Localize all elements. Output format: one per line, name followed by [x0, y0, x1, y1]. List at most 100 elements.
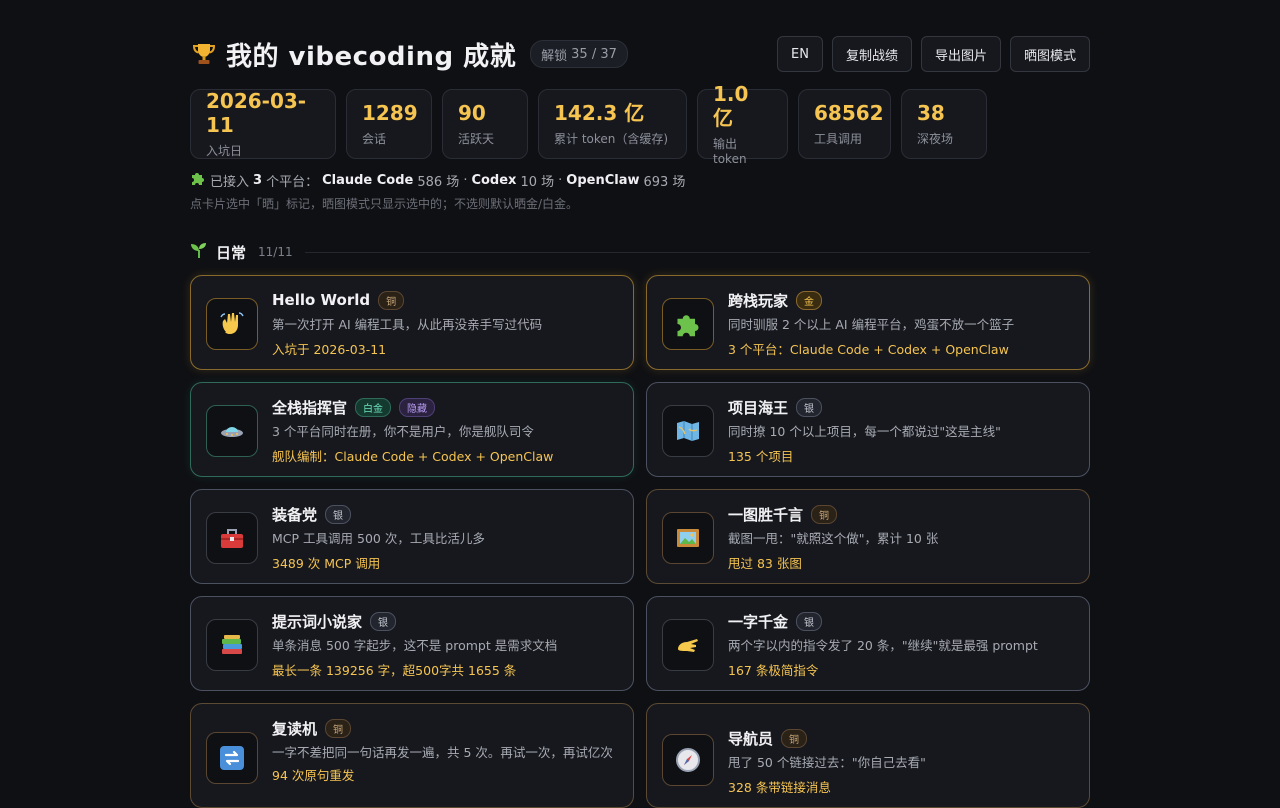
achievement-name: 全栈指挥官 [272, 398, 348, 417]
copy-record-button[interactable]: 复制战绩 [831, 36, 912, 72]
achievement-name: 跨栈玩家 [728, 291, 789, 310]
achievement-name: 项目海王 [728, 398, 789, 417]
repeat-icon [206, 732, 258, 784]
achievement-name: 装备党 [272, 505, 318, 524]
stat-label: 输出 token [713, 137, 747, 166]
achievement-card-project-king[interactable]: 项目海王 银 同时撩 10 个以上项目，每一个都说过"这是主线" 135 个项目 [646, 382, 1090, 477]
stat-label: 深夜场 [917, 132, 954, 146]
achievement-card-prompt-novelist[interactable]: 提示词小说家 银 单条消息 500 字起步，这不是 prompt 是需求文档 最… [190, 596, 634, 691]
card-name-row: 提示词小说家 银 [272, 611, 619, 631]
platform-sessions: 586 场 [417, 174, 460, 190]
stat-card-tool-calls: 68562 工具调用 [798, 89, 891, 159]
achievement-description: 同时驯服 2 个以上 AI 编程平台，鸡蛋不放一个篮子 [728, 317, 1015, 332]
card-body: 导航员 铜 甩了 50 个链接过去："你自己去看" 328 条带链接消息 [728, 728, 1075, 796]
stat-label: 工具调用 [814, 132, 863, 146]
achievement-stat: 甩过 83 张图 [728, 556, 802, 571]
selection-hint: 点卡片选中「晒」标记，晒图模式只显示选中的；不选则默认晒金/白金。 [190, 197, 579, 211]
waving-hand-icon [206, 298, 258, 350]
platform-name: Codex [471, 172, 517, 188]
tier-badge: 银 [370, 611, 397, 631]
stat-card-start-date: 2026-03-11 入坑日 [190, 89, 336, 159]
platforms-count: 3 [253, 172, 263, 188]
stat-card-late-night: 38 深夜场 [901, 89, 987, 159]
stat-value: 142.3 亿 [554, 101, 645, 125]
achievement-card-gear-collector[interactable]: 装备党 银 MCP 工具调用 500 次，工具比活儿多 3489 次 MCP 调… [190, 489, 634, 584]
platform-sessions: 693 场 [643, 174, 686, 190]
card-name-row: 一图胜千言 铜 [728, 504, 1075, 524]
achievement-card-repeater[interactable]: 复读机 铜 一字不差把同一句话再发一遍，共 5 次。再试一次，再试亿次 94 次… [190, 703, 634, 808]
achievement-stat: 3489 次 MCP 调用 [272, 556, 381, 571]
header: 我的 vibecoding 成就 解锁 35 / 37 EN 复制战绩 导出图片… [190, 36, 1090, 72]
platforms-suffix: 个平台： [266, 174, 319, 190]
achievement-stat: 94 次原句重发 [272, 768, 355, 783]
achievement-card-navigator[interactable]: 导航员 铜 甩了 50 个链接过去："你自己去看" 328 条带链接消息 [646, 703, 1090, 808]
stat-label: 活跃天 [458, 132, 495, 146]
achievement-stat: 最长一条 139256 字，超500字共 1655 条 [272, 663, 517, 678]
tier-badge: 铜 [811, 504, 838, 524]
achievement-description: 单条消息 500 字起步，这不是 prompt 是需求文档 [272, 638, 558, 653]
achievement-card-picture-speaks[interactable]: 一图胜千言 铜 截图一甩："就照这个做"，累计 10 张 甩过 83 张图 [646, 489, 1090, 584]
tier-badge: 铜 [378, 290, 405, 310]
card-name-row: 全栈指挥官 白金 隐藏 [272, 397, 619, 417]
stat-value: 90 [458, 101, 486, 125]
platform-name: Claude Code [322, 172, 414, 188]
platform-name: OpenClaw [566, 172, 640, 188]
achievement-stat: 入坑于 2026-03-11 [272, 342, 387, 357]
stat-value: 2026-03-11 [206, 89, 307, 137]
card-body: 全栈指挥官 白金 隐藏 3 个平台同时在册，你不是用户，你是舰队司令 舰队编制：… [272, 397, 619, 465]
stat-card-output-tokens: 1.0 亿 输出 token [697, 82, 788, 166]
books-icon [206, 619, 258, 671]
stat-card-total-tokens: 142.3 亿 累计 token（含缓存) [538, 89, 687, 159]
stat-value: 1.0 亿 [713, 82, 749, 130]
stat-value: 68562 [814, 101, 884, 125]
card-body: 项目海王 银 同时撩 10 个以上项目，每一个都说过"这是主线" 135 个项目 [728, 397, 1075, 465]
achievement-card-one-word[interactable]: 一字千金 银 两个字以内的指令发了 20 条，"继续"就是最强 prompt 1… [646, 596, 1090, 691]
card-body: 跨栈玩家 金 同时驯服 2 个以上 AI 编程平台，鸡蛋不放一个篮子 3 个平台… [728, 290, 1075, 358]
trophy-icon [190, 40, 218, 68]
platforms-summary: 已接入 3 个平台： Claude Code 586 场 · Codex 10 … [190, 170, 685, 190]
achievement-name: Hello World [272, 291, 371, 309]
achievement-description: 3 个平台同时在册，你不是用户，你是舰队司令 [272, 424, 534, 439]
framed-picture-icon [662, 512, 714, 564]
stat-label: 入坑日 [206, 144, 243, 158]
tier-badge: 银 [325, 504, 352, 524]
stat-value: 1289 [362, 101, 418, 125]
puzzle-piece-icon [662, 298, 714, 350]
section-divider [304, 251, 1090, 253]
achievement-name: 提示词小说家 [272, 612, 363, 631]
pinching-hand-icon [662, 619, 714, 671]
achievement-stat: 135 个项目 [728, 449, 794, 464]
achievement-description: 两个字以内的指令发了 20 条，"继续"就是最强 prompt [728, 638, 1038, 653]
card-name-row: 跨栈玩家 金 [728, 290, 1075, 310]
export-image-button[interactable]: 导出图片 [920, 36, 1001, 72]
card-name-row: 项目海王 银 [728, 397, 1075, 417]
achievement-name: 导航员 [728, 729, 774, 748]
stats-row: 2026-03-11 入坑日 1289 会话 90 活跃天 142.3 亿 累计… [190, 82, 987, 166]
achievement-description: 甩了 50 个链接过去："你自己去看" [728, 755, 926, 770]
achievement-card-fullstack-commander[interactable]: 全栈指挥官 白金 隐藏 3 个平台同时在册，你不是用户，你是舰队司令 舰队编制：… [190, 382, 634, 477]
achievement-card-cross-stack[interactable]: 跨栈玩家 金 同时驯服 2 个以上 AI 编程平台，鸡蛋不放一个篮子 3 个平台… [646, 275, 1090, 370]
card-name-row: 复读机 铜 [272, 718, 619, 738]
page-title-group: 我的 vibecoding 成就 解锁 35 / 37 [190, 36, 628, 72]
language-toggle-button[interactable]: EN [777, 36, 823, 72]
achievement-stat: 舰队编制：Claude Code + Codex + OpenClaw [272, 449, 554, 464]
hidden-badge: 隐藏 [399, 397, 436, 417]
unlock-count: 35 / 37 [571, 46, 617, 62]
map-icon [662, 405, 714, 457]
card-body: 复读机 铜 一字不差把同一句话再发一遍，共 5 次。再试一次，再试亿次 94 次… [272, 718, 619, 784]
achievement-description: 第一次打开 AI 编程工具，从此再没亲手写过代码 [272, 317, 543, 332]
stat-value: 38 [917, 101, 945, 125]
unlock-label: 解锁 [541, 48, 568, 64]
achievement-card-hello-world[interactable]: Hello World 铜 第一次打开 AI 编程工具，从此再没亲手写过代码 入… [190, 275, 634, 370]
platform-sessions: 10 场 [520, 174, 555, 190]
compass-icon [662, 734, 714, 786]
tier-badge: 银 [796, 397, 823, 417]
puzzle-piece-icon [190, 170, 206, 190]
card-name-row: 一字千金 银 [728, 611, 1075, 631]
share-mode-button[interactable]: 晒图模式 [1009, 36, 1090, 72]
page-title: 我的 vibecoding 成就 [226, 41, 517, 72]
section-count: 11/11 [258, 245, 293, 259]
flying-saucer-icon [206, 405, 258, 457]
seedling-icon [190, 241, 208, 263]
tier-badge: 铜 [781, 728, 808, 748]
